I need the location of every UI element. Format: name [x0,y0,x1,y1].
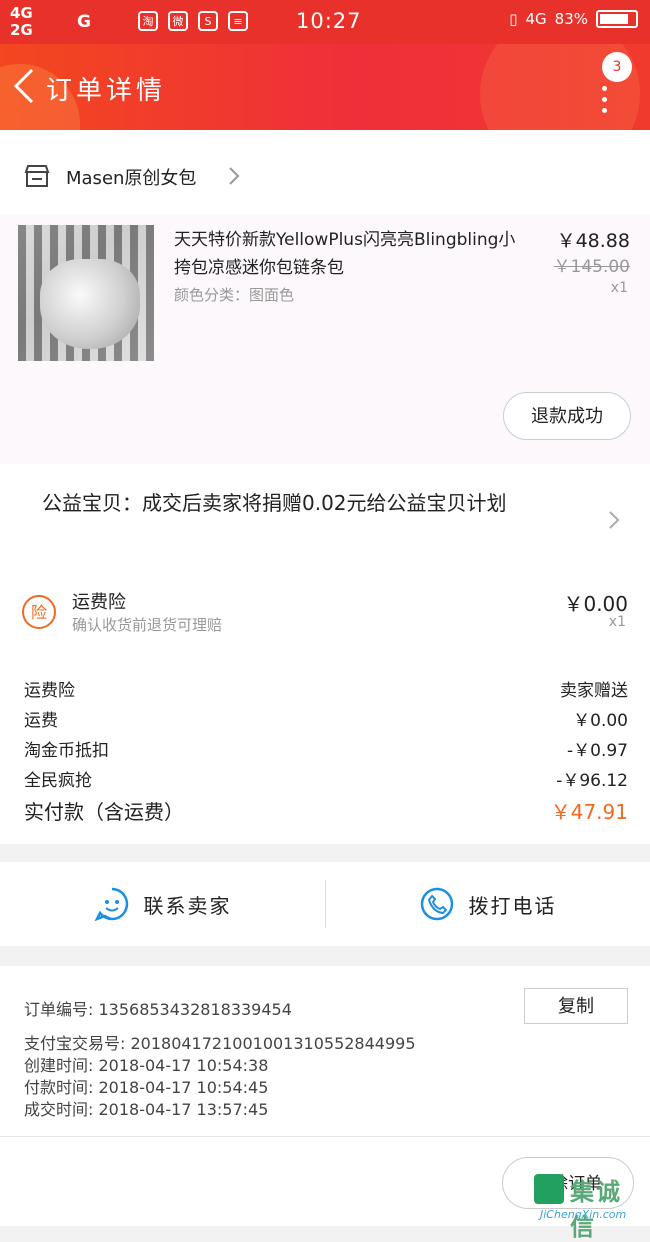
vibrate-icon: ▯ [509,10,518,28]
shop-row[interactable]: Masen原创女包 [0,130,650,214]
wechat-icon: 微 [168,11,188,31]
insurance-icon: 险 [22,595,56,629]
insurance-quantity: x1 [608,614,626,630]
taobao-icon: 淘 [138,11,158,31]
call-phone-button[interactable]: 拨打电话 [325,862,650,946]
network-indicator: 4G 2G [10,4,33,39]
signal-4g: 4G [525,10,547,28]
network-indicator-g: G [77,12,91,32]
product-image[interactable] [18,225,154,361]
cost-summary: 运费险 卖家赠送 运费 ￥0.00 淘金币抵扣 -￥0.97 全民疯抢 -￥96… [0,650,650,844]
shop-icon [24,165,50,187]
insurance-title: 运费险 [72,592,126,613]
phone-icon [420,887,453,921]
more-menu-icon[interactable] [596,86,612,126]
nav-header: 订单详情 3 [0,44,650,130]
total-value: ￥47.91 [550,800,628,824]
cost-value: 卖家赠送 [560,681,628,701]
clock: 10:27 [296,9,362,33]
cost-label: 运费险 [24,681,75,701]
back-arrow-icon[interactable] [12,68,36,104]
product-price: ￥48.88 [556,230,630,252]
charity-row[interactable]: 公益宝贝：成交后卖家将捐赠0.02元给公益宝贝计划 [0,464,650,580]
shipping-insurance: 险 运费险 确认收货前退货可理赔 ￥0.00 x1 [0,580,650,650]
battery-percent: 83% [554,10,588,28]
watermark-logo: 集诚信 JiChengXin.com [534,1172,646,1241]
copy-button[interactable]: 复制 [524,988,628,1024]
chevron-right-icon [609,511,620,529]
battery-icon [596,10,638,28]
insurance-subtitle: 确认收货前退货可理赔 [72,616,223,634]
total-row: 实付款（含运费） ￥47.91 [24,796,628,825]
insurance-price: ￥0.00 [563,592,628,616]
cost-label: 运费 [24,711,58,731]
status-right: ▯ 4G 83% [509,10,638,28]
cost-label: 全民疯抢 [24,771,92,791]
app-s-icon: S [198,11,218,31]
original-price: ￥145.00 [553,257,630,277]
cost-value: -￥0.97 [567,741,628,761]
watermark-text: 集诚信 [570,1178,622,1241]
chevron-right-icon [229,167,240,185]
order-item[interactable]: 天天特价新款YellowPlus闪亮亮Blingbling小挎包凉感迷你包链条包… [0,214,650,464]
call-phone-label: 拨打电话 [468,893,557,918]
cost-row: 运费险 卖家赠送 [24,676,628,701]
contact-seller-button[interactable]: 联系卖家 [0,862,325,946]
cost-value: ￥0.00 [573,711,628,731]
contact-bar: 联系卖家 拨打电话 [0,862,650,946]
order-info: 订单编号: 1356853432818339454 复制 支付宝交易号: 201… [0,966,650,1136]
cost-value: -￥96.12 [556,771,628,791]
refund-status-button[interactable]: 退款成功 [503,392,631,440]
shop-name: Masen原创女包 [66,168,197,189]
product-spec: 颜色分类：图面色 [174,286,295,304]
cost-row: 运费 ￥0.00 [24,706,628,731]
cost-row: 淘金币抵扣 -￥0.97 [24,736,628,761]
completed-time: 成交时间: 2018-04-17 13:57:45 [24,1100,269,1119]
cost-label: 淘金币抵扣 [24,741,109,761]
status-bar: 4G 2G G 淘 微 S ≡ 10:27 ▯ 4G 83% [0,0,650,44]
alipay-number: 支付宝交易号: 2018041721001001310552844995 [24,1034,416,1053]
notification-icons: 淘 微 S ≡ [138,11,248,31]
order-number: 订单编号: 1356853432818339454 [24,1000,292,1019]
product-title: 天天特价新款YellowPlus闪亮亮Blingbling小挎包凉感迷你包链条包 [174,230,516,278]
product-quantity: x1 [610,280,628,296]
cost-row: 全民疯抢 -￥96.12 [24,766,628,791]
charity-text: 公益宝贝：成交后卖家将捐赠0.02元给公益宝贝计划 [42,491,507,515]
watermark-url: JiChengXin.com [540,1208,627,1221]
total-label: 实付款（含运费） [24,800,184,824]
created-time: 创建时间: 2018-04-17 10:54:38 [24,1056,269,1075]
message-badge[interactable]: 3 [602,52,632,82]
paid-time: 付款时间: 2018-04-17 10:54:45 [24,1078,269,1097]
page-title: 订单详情 [46,76,167,106]
chat-bubble-icon [93,887,128,922]
app-stack-icon: ≡ [228,11,248,31]
contact-seller-label: 联系卖家 [143,893,232,918]
